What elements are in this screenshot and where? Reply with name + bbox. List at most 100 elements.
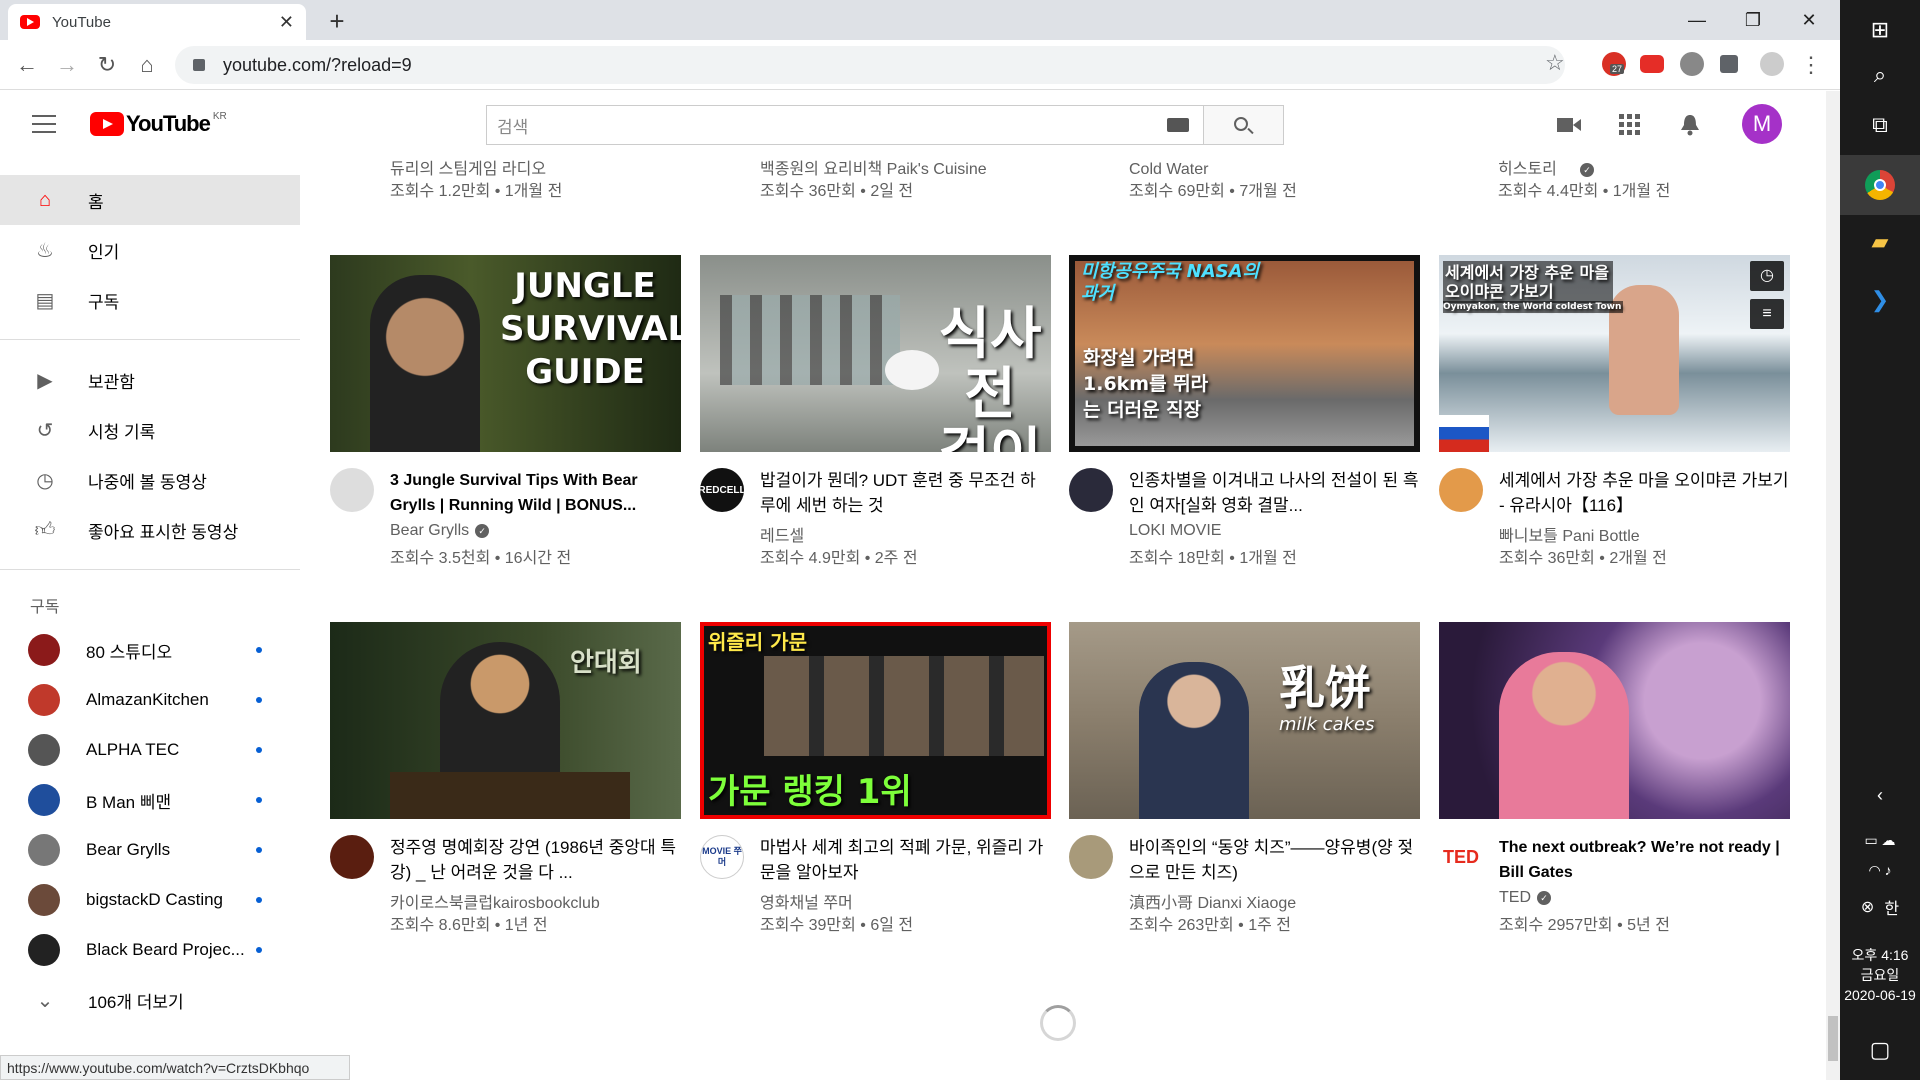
page-scrollbar[interactable]: [1826, 91, 1840, 1080]
new-tab-button[interactable]: +: [322, 6, 352, 36]
video-card[interactable]: 위즐리 가문 가문 랭킹 1위 MOVIE 쭈머 마법사 세계 최고의 적폐 가…: [700, 622, 1051, 934]
video-card-partial[interactable]: 듀리의 스팀게임 라디오 조회수 1.2만회 • 1개월 전: [390, 159, 562, 203]
sidebar-item-subscriptions[interactable]: ▤ 구독: [0, 275, 300, 325]
video-channel-name[interactable]: 영화채널 쭈머: [760, 889, 853, 913]
video-title[interactable]: 3 Jungle Survival Tips With Bear Grylls …: [390, 468, 680, 518]
channel-avatar[interactable]: MOVIE 쭈머: [700, 835, 744, 879]
video-title[interactable]: 세계에서 가장 추운 마을 오이먀콘 가보기 - 유라시아【116】: [1499, 468, 1789, 518]
video-channel-name[interactable]: 카이로스북클럽kairosbookclub: [390, 889, 600, 913]
video-channel-name[interactable]: 滇西小哥 Dianxi Xiaoge: [1129, 889, 1296, 913]
video-card[interactable]: JUNGLE SURVIVAL GUIDE 3 Jungle Survival …: [330, 255, 681, 567]
sidebar-item-history[interactable]: ↺ 시청 기록: [0, 405, 300, 455]
sidebar-item-library[interactable]: ▶ 보관함: [0, 355, 300, 405]
forward-icon[interactable]: →: [52, 50, 82, 80]
video-channel-name[interactable]: 레드셀: [760, 522, 804, 546]
video-card-partial[interactable]: Cold Water 조회수 69만회 • 7개월 전: [1129, 159, 1297, 203]
search-input[interactable]: 검색: [486, 105, 1204, 145]
video-thumbnail[interactable]: 乳饼 milk cakes: [1069, 622, 1420, 819]
video-card[interactable]: 식사 전 걸이 REDCELL 밥걸이가 뭔데? UDT 훈련 중 무조건 하루…: [700, 255, 1051, 567]
scrollbar-thumb[interactable]: [1828, 1016, 1838, 1061]
video-thumbnail[interactable]: [1439, 622, 1790, 819]
video-card-partial[interactable]: 히스토리 조회수 4.4만회 • 1개월 전 ✓: [1498, 159, 1670, 203]
puzzle-icon[interactable]: [1720, 55, 1738, 73]
extension-icon[interactable]: [1680, 52, 1704, 76]
sub-channel-item[interactable]: Bear Grylls: [0, 825, 300, 875]
task-view-icon[interactable]: ⧉: [1840, 95, 1920, 155]
search-button[interactable]: [1204, 105, 1284, 145]
address-bar[interactable]: youtube.com/?reload=9: [175, 46, 1565, 84]
channel-avatar[interactable]: [1069, 835, 1113, 879]
video-channel[interactable]: 백종원의 요리비책 Paik's Cuisine: [760, 159, 987, 181]
video-thumbnail[interactable]: 세계에서 가장 추운 마을 오이먀콘 가보기 Oymyakon, the Wor…: [1439, 255, 1790, 452]
battery-icon[interactable]: ▭ ☁: [1840, 825, 1920, 855]
notifications-bell-icon[interactable]: [1678, 113, 1704, 137]
video-card[interactable]: 세계에서 가장 추운 마을 오이먀콘 가보기 Oymyakon, the Wor…: [1439, 255, 1790, 567]
vscode-icon[interactable]: ❯: [1840, 270, 1920, 330]
video-channel-name[interactable]: TED ✓: [1499, 889, 1551, 907]
channel-avatar[interactable]: [1439, 468, 1483, 512]
window-close-button[interactable]: ✕: [1786, 6, 1832, 34]
notifications-icon[interactable]: ▢: [1840, 1020, 1920, 1080]
apps-grid-icon[interactable]: [1618, 113, 1644, 137]
video-thumbnail[interactable]: 안대회: [330, 622, 681, 819]
video-title[interactable]: 밥걸이가 뭔데? UDT 훈련 중 무조건 하루에 세번 하는 것: [760, 468, 1050, 518]
video-thumbnail[interactable]: 위즐리 가문 가문 랭킹 1위: [700, 622, 1051, 819]
sub-channel-item[interactable]: 80 스튜디오: [0, 625, 300, 675]
youtube-extension-icon[interactable]: [1640, 55, 1664, 73]
maximize-button[interactable]: ❐: [1730, 6, 1776, 34]
video-card-partial[interactable]: 백종원의 요리비책 Paik's Cuisine 조회수 36만회 • 2일 전: [760, 159, 987, 203]
menu-dots-icon[interactable]: ⋮: [1796, 50, 1826, 80]
close-circle-icon[interactable]: ⊗: [1861, 897, 1874, 917]
file-explorer-icon[interactable]: ▰: [1840, 212, 1920, 272]
sub-channel-item[interactable]: Black Beard Projec...: [0, 925, 300, 975]
hamburger-menu-icon[interactable]: [32, 115, 56, 133]
sub-channel-item[interactable]: B Man 삐맨: [0, 775, 300, 825]
chevron-up-icon[interactable]: ‹: [1840, 780, 1920, 810]
back-icon[interactable]: ←: [12, 50, 42, 80]
channel-avatar[interactable]: [330, 835, 374, 879]
ted-logo[interactable]: TED: [1439, 835, 1483, 879]
video-card[interactable]: 안대회 정주영 명예회장 강연 (1986년 중앙대 특강) _ 난 어려운 것…: [330, 622, 681, 934]
account-avatar[interactable]: M: [1742, 104, 1782, 144]
video-channel[interactable]: Cold Water: [1129, 159, 1297, 181]
wifi-volume-icon[interactable]: ◠ ♪: [1840, 855, 1920, 885]
sidebar-item-home[interactable]: ⌂ 홈: [0, 175, 300, 225]
sub-channel-item[interactable]: AlmazanKitchen: [0, 675, 300, 725]
video-card[interactable]: TED The next outbreak? We’re not ready |…: [1439, 622, 1790, 934]
profile-icon[interactable]: [1760, 52, 1784, 76]
sub-channel-item[interactable]: bigstackD Casting: [0, 875, 300, 925]
video-card[interactable]: 乳饼 milk cakes 바이족인의 “동양 치즈”——양유병(양 젖으로 만…: [1069, 622, 1420, 934]
video-title[interactable]: 정주영 명예회장 강연 (1986년 중앙대 특강) _ 난 어려운 것을 다 …: [390, 835, 680, 885]
browser-tab[interactable]: YouTube ✕: [8, 4, 306, 40]
video-title[interactable]: 마법사 세계 최고의 적폐 가문, 위즐리 가문을 알아보자: [760, 835, 1050, 885]
minimize-button[interactable]: —: [1674, 6, 1720, 34]
home-page-icon[interactable]: ⌂: [132, 50, 162, 80]
chrome-taskbar-icon[interactable]: [1840, 155, 1920, 215]
video-channel-name[interactable]: LOKI MOVIE: [1129, 522, 1221, 540]
youtube-logo[interactable]: YouTube KR: [90, 111, 227, 137]
video-thumbnail[interactable]: 식사 전 걸이: [700, 255, 1051, 452]
video-channel-name[interactable]: Bear Grylls ✓: [390, 522, 490, 540]
video-thumbnail[interactable]: 미항공우주국 NASA의 과거 화장실 가려면 1.6km를 뛰라는 더러운 직…: [1069, 255, 1420, 452]
channel-avatar[interactable]: [330, 468, 374, 512]
add-to-queue-icon[interactable]: ≡: [1750, 299, 1784, 329]
create-video-icon[interactable]: [1556, 113, 1582, 137]
reload-icon[interactable]: ↻: [92, 50, 122, 80]
channel-avatar[interactable]: [1069, 468, 1113, 512]
video-thumbnail[interactable]: JUNGLE SURVIVAL GUIDE: [330, 255, 681, 452]
watch-later-icon[interactable]: ◷: [1750, 261, 1784, 291]
video-card[interactable]: 미항공우주국 NASA의 과거 화장실 가려면 1.6km를 뛰라는 더러운 직…: [1069, 255, 1420, 567]
adblock-extension-icon[interactable]: 27: [1602, 52, 1626, 76]
video-title[interactable]: 바이족인의 “동양 치즈”——양유병(양 젖으로 만든 치즈): [1129, 835, 1419, 885]
ime-indicator[interactable]: ⊗ 한: [1840, 890, 1920, 924]
sub-channel-item[interactable]: ALPHA TEC: [0, 725, 300, 775]
video-title[interactable]: The next outbreak? We’re not ready | Bil…: [1499, 835, 1789, 885]
channel-avatar[interactable]: REDCELL: [700, 468, 744, 512]
sidebar-item-watch-later[interactable]: ◷ 나중에 볼 동영상: [0, 455, 300, 505]
sidebar-item-trending[interactable]: ♨ 인기: [0, 225, 300, 275]
sidebar-item-liked[interactable]: 👍︎ 좋아요 표시한 동영상: [0, 505, 300, 555]
video-channel-name[interactable]: 빠니보틀 Pani Bottle: [1499, 522, 1640, 546]
close-tab-icon[interactable]: ✕: [279, 12, 294, 33]
video-channel[interactable]: 듀리의 스팀게임 라디오: [390, 159, 562, 181]
keyboard-icon[interactable]: [1167, 118, 1189, 132]
